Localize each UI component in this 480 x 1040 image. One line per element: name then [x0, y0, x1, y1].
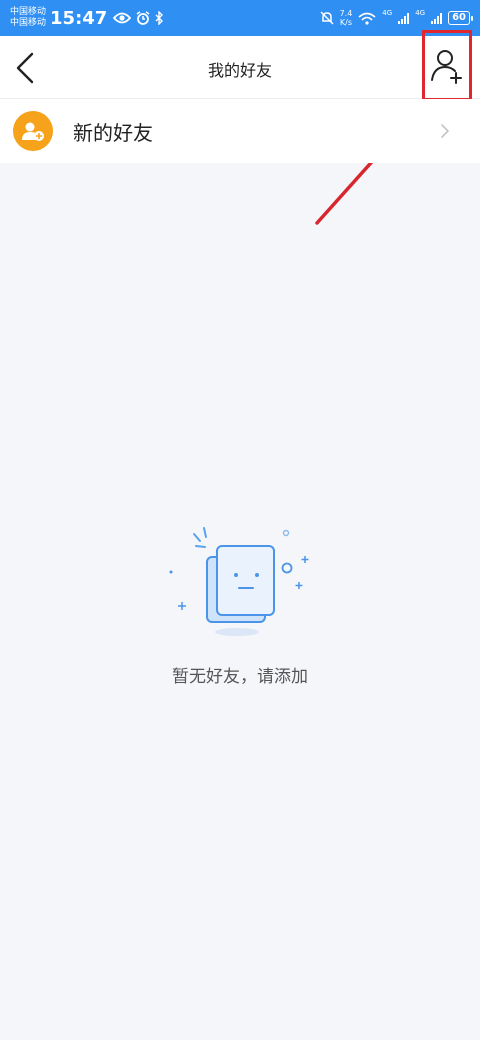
net-speed-unit: K/s — [339, 18, 352, 27]
alarm-icon — [136, 11, 150, 25]
empty-state-message: 暂无好友，请添加 — [172, 667, 308, 687]
carrier-info: 中国移动 中国移动 — [10, 7, 46, 29]
status-bar: 中国移动 中国移动 15:47 7.4 K/s 4G 4G 60 — [0, 0, 480, 36]
net-speed-value: 7.4 — [339, 9, 353, 18]
eye-icon — [113, 12, 132, 24]
mute-icon — [320, 11, 334, 25]
net-speed: 7.4 K/s — [340, 9, 353, 27]
new-friend-icon — [13, 111, 53, 151]
bluetooth-icon — [155, 11, 164, 25]
status-time: 15:47 — [50, 7, 108, 29]
new-friends-item[interactable]: 新的好友 — [0, 99, 480, 163]
carrier-1: 中国移动 — [10, 7, 47, 17]
battery-icon: 60 — [448, 11, 473, 25]
battery-level: 60 — [452, 12, 466, 23]
empty-friends-illustration — [169, 527, 309, 636]
status-icons-right: 7.4 K/s 4G 4G 60 — [320, 9, 473, 27]
network-type-1: 4G — [382, 9, 393, 17]
carrier-2: 中国移动 — [10, 18, 47, 28]
network-type-2: 4G — [415, 9, 426, 17]
nav-header: 我的好友 — [0, 36, 480, 99]
wifi-icon — [358, 12, 376, 25]
chevron-right-icon — [441, 124, 449, 138]
new-friends-label: 新的好友 — [73, 120, 153, 145]
signal-icon-2 — [431, 12, 443, 24]
add-user-icon — [431, 49, 462, 84]
status-icons-left — [113, 11, 164, 25]
signal-icon — [398, 12, 410, 24]
page-title: 我的好友 — [207, 61, 272, 80]
add-friend-button[interactable] — [422, 30, 472, 101]
